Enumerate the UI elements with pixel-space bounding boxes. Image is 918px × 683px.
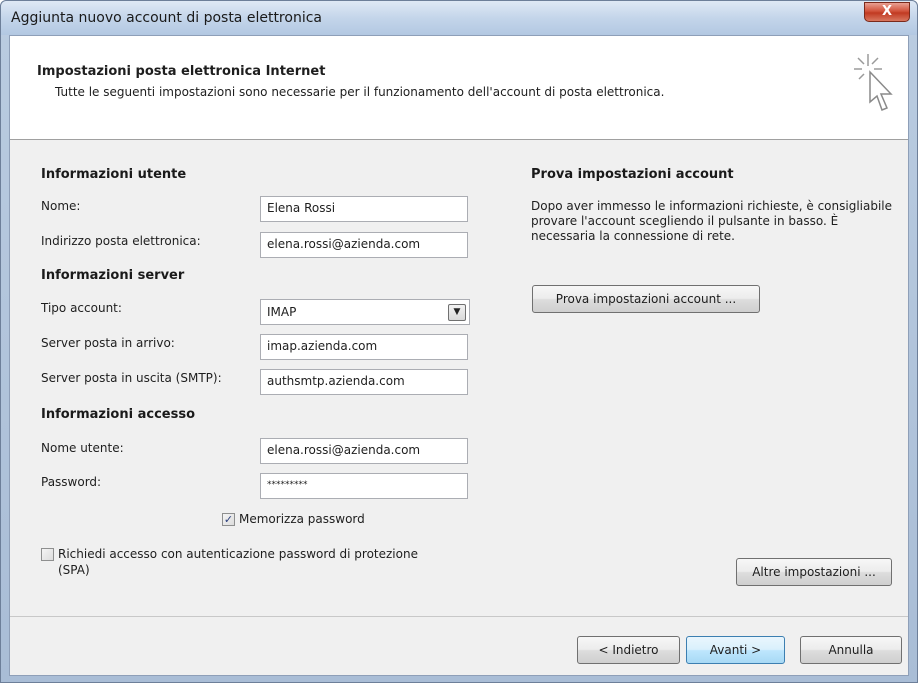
email-field[interactable]: elena.rossi@azienda.com: [260, 232, 468, 258]
user-info-title: Informazioni utente: [41, 167, 187, 182]
name-label: Nome:: [41, 199, 81, 213]
login-info-title: Informazioni accesso: [41, 407, 196, 422]
password-field[interactable]: *********: [260, 473, 468, 499]
test-account-button[interactable]: Prova impostazioni account ...: [532, 285, 760, 313]
account-type-label: Tipo account:: [41, 301, 122, 315]
next-button[interactable]: Avanti >: [686, 636, 785, 664]
cancel-button[interactable]: Annulla: [800, 636, 902, 664]
header-subtitle: Tutte le seguenti impostazioni sono nece…: [55, 85, 665, 99]
outgoing-server-label: Server posta in uscita (SMTP):: [41, 371, 222, 385]
back-button[interactable]: < Indietro: [577, 636, 680, 664]
password-label: Password:: [41, 475, 102, 489]
server-info-title: Informazioni server: [41, 268, 185, 283]
spa-checkbox[interactable]: [41, 548, 54, 561]
more-settings-button[interactable]: Altre impostazioni ...: [736, 558, 892, 586]
account-type-select[interactable]: IMAP ▼: [260, 299, 470, 325]
header-panel: Impostazioni posta elettronica Internet …: [10, 36, 908, 140]
incoming-server-field[interactable]: imap.azienda.com: [260, 334, 468, 360]
footer-divider: [10, 616, 908, 617]
outgoing-server-field[interactable]: authsmtp.azienda.com: [260, 369, 468, 395]
remember-password-checkbox[interactable]: ✓: [222, 513, 235, 526]
spa-label-line1[interactable]: Richiedi accesso con autenticazione pass…: [58, 547, 418, 561]
cursor-sparkle-icon: [854, 54, 893, 111]
account-type-value: IMAP: [267, 305, 297, 319]
header-title: Impostazioni posta elettronica Internet: [37, 64, 326, 79]
remember-password-label[interactable]: Memorizza password: [239, 512, 365, 526]
username-label: Nome utente:: [41, 441, 124, 455]
title-bar[interactable]: Aggiunta nuovo account di posta elettron…: [1, 1, 917, 35]
close-button[interactable]: X: [864, 2, 910, 22]
test-description: Dopo aver immesso le informazioni richie…: [531, 199, 893, 243]
dialog-window: Aggiunta nuovo account di posta elettron…: [0, 0, 918, 683]
name-field[interactable]: Elena Rossi: [260, 196, 468, 222]
window-title: Aggiunta nuovo account di posta elettron…: [11, 10, 322, 26]
dialog-body: Impostazioni posta elettronica Internet …: [9, 35, 909, 676]
test-settings-title: Prova impostazioni account: [531, 167, 734, 182]
spa-label-line2[interactable]: (SPA): [58, 563, 90, 577]
email-label: Indirizzo posta elettronica:: [41, 234, 201, 248]
chevron-down-icon[interactable]: ▼: [448, 304, 466, 321]
username-field[interactable]: elena.rossi@azienda.com: [260, 438, 468, 464]
incoming-server-label: Server posta in arrivo:: [41, 336, 175, 350]
